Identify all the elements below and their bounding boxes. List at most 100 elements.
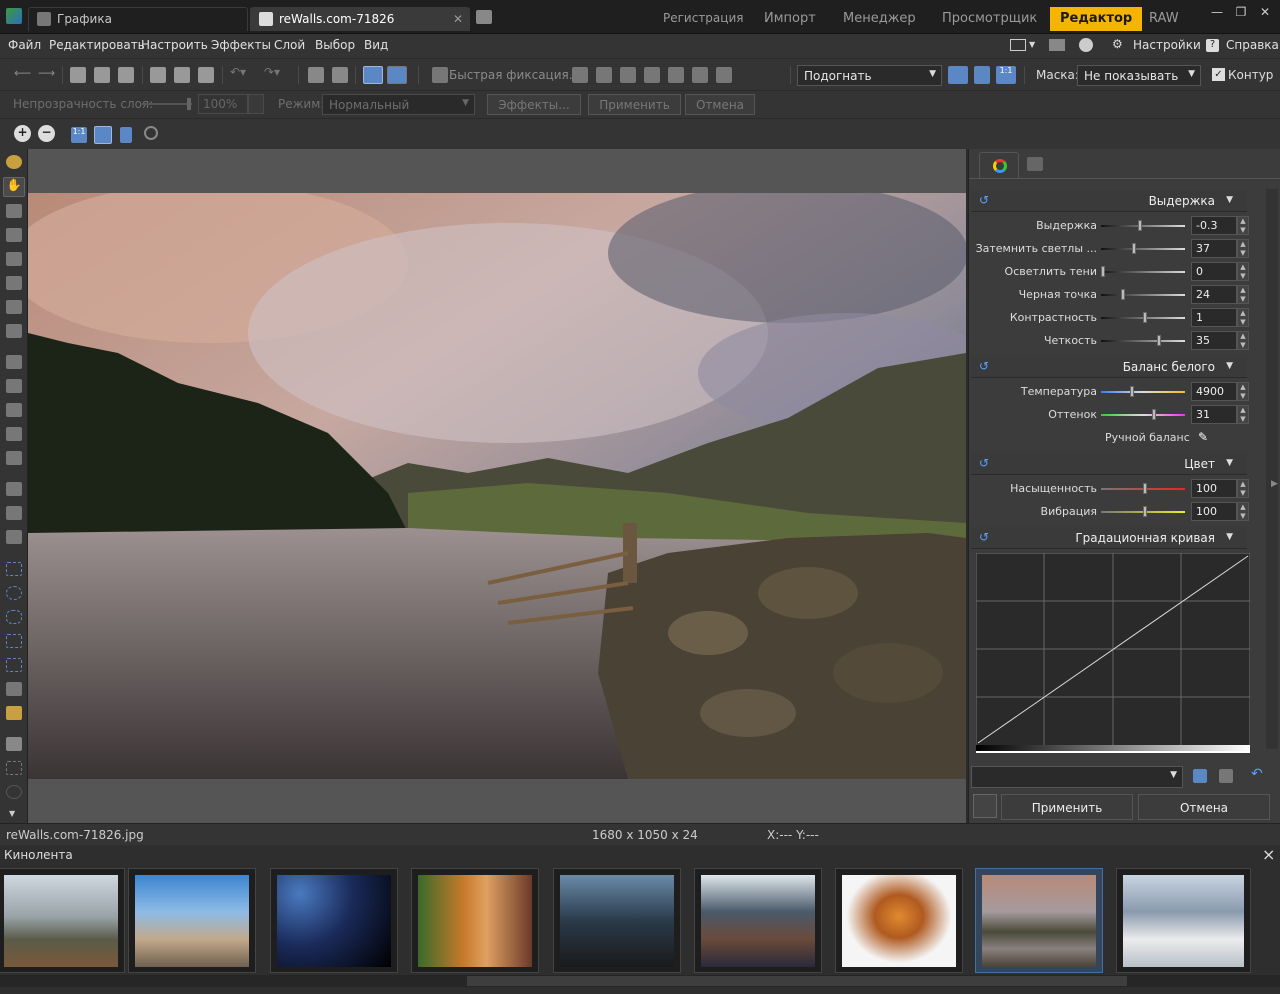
magnifier-icon[interactable]	[144, 126, 158, 140]
slider-track[interactable]	[1101, 225, 1185, 227]
opacity-input[interactable]: 100%	[198, 94, 248, 114]
view-single-icon[interactable]	[363, 66, 383, 84]
repair-tool-icon[interactable]	[6, 403, 22, 417]
slider-value[interactable]: 100	[1191, 479, 1237, 498]
section-color[interactable]: ↺ Цвет ▼	[971, 453, 1247, 475]
opacity-slider-thumb[interactable]	[187, 98, 191, 110]
actual-size-icon[interactable]: 1:1	[71, 127, 87, 143]
levels-icon[interactable]	[572, 67, 588, 83]
menu-file[interactable]: Файл	[8, 38, 41, 52]
hand-tool-icon[interactable]: ✋	[3, 177, 25, 197]
zoom-fit-select[interactable]: Подогнать ▼	[797, 65, 942, 86]
redo-icon[interactable]: ↷▾	[264, 65, 280, 79]
save-icon[interactable]	[94, 67, 110, 83]
contour-checkbox[interactable]: ✓	[1212, 68, 1225, 81]
slider-thumb[interactable]	[1152, 409, 1156, 420]
crop-tool-icon[interactable]	[6, 204, 22, 218]
quick-fix-icon[interactable]	[432, 67, 448, 83]
zoom-out-icon[interactable]: −	[38, 125, 55, 142]
fill-tool-icon[interactable]	[6, 506, 22, 520]
film-thumb[interactable]	[835, 868, 963, 973]
menu-adjust[interactable]: Настроить	[141, 38, 208, 52]
slider-thumb[interactable]	[1121, 289, 1125, 300]
film-thumb[interactable]	[0, 868, 125, 973]
menu-layer[interactable]: Слой	[274, 38, 305, 52]
tools-more-icon[interactable]: ▼	[9, 809, 15, 818]
quick-fix-label[interactable]: Быстрая фиксация...	[449, 68, 580, 82]
clone-tool-icon[interactable]	[6, 379, 22, 393]
section-curve[interactable]: ↺ Градационная кривая ▼	[971, 527, 1247, 549]
layer-cancel-button[interactable]: Отмена	[685, 94, 755, 115]
slider-value[interactable]: 31	[1191, 405, 1237, 424]
filmstrip-scroll-thumb[interactable]	[467, 976, 1127, 986]
red-eye-icon[interactable]	[644, 67, 660, 83]
effects-button[interactable]: Эффекты...	[487, 94, 581, 115]
view-split-icon[interactable]	[387, 66, 407, 84]
heal-tool-icon[interactable]	[6, 451, 22, 465]
zoom-tool-icon[interactable]	[6, 155, 22, 169]
ellipse-select-icon[interactable]	[6, 586, 22, 600]
opacity-spin[interactable]	[248, 94, 264, 114]
menu-effects[interactable]: Эффекты	[211, 38, 271, 52]
slider-value[interactable]: 37	[1191, 239, 1237, 258]
slider-value[interactable]: -0.3	[1191, 216, 1237, 235]
screen-icon[interactable]	[1010, 39, 1026, 51]
slider-thumb[interactable]	[1138, 220, 1142, 231]
magic-tool-icon[interactable]	[6, 427, 22, 441]
minimize-button[interactable]: —	[1206, 5, 1228, 19]
tint-track[interactable]	[1101, 414, 1185, 416]
rotate-left-icon[interactable]	[308, 67, 324, 83]
slider-value[interactable]: 0	[1191, 262, 1237, 281]
frame-icon[interactable]	[6, 761, 22, 775]
reset-icon[interactable]: ↺	[979, 456, 989, 470]
spin-button[interactable]: ▲ ▼	[1237, 479, 1249, 498]
help-icon[interactable]: ?	[1206, 39, 1219, 52]
tab-document[interactable]: reWalls.com-71826 ✕	[250, 7, 470, 31]
spin-button[interactable]: ▲ ▼	[1237, 262, 1249, 281]
image-canvas[interactable]	[28, 149, 966, 823]
mask-select[interactable]: Не показывать ▼	[1077, 65, 1201, 86]
reset-icon[interactable]: ↺	[979, 193, 989, 207]
zoom-in-icon[interactable]: +	[14, 125, 31, 142]
film-thumb-selected[interactable]	[975, 868, 1103, 973]
poly-select-icon[interactable]	[6, 634, 22, 648]
actual-size-icon[interactable]: 1:1	[996, 66, 1016, 84]
section-exposure[interactable]: ↺ Выдержка ▼	[971, 190, 1247, 212]
slider-value[interactable]: 100	[1191, 502, 1237, 521]
app-logo-icon[interactable]	[6, 8, 22, 24]
mode-editor[interactable]: Редактор	[1050, 7, 1143, 31]
mode-manager[interactable]: Менеджер	[843, 7, 916, 31]
spin-button[interactable]: ▲ ▼	[1237, 216, 1249, 235]
slider-value[interactable]: 1	[1191, 308, 1237, 327]
user-icon[interactable]	[1079, 38, 1093, 52]
copy-icon[interactable]	[150, 67, 166, 83]
slider-track[interactable]	[1101, 294, 1185, 296]
manual-balance-label[interactable]: Ручной баланс	[1105, 431, 1190, 444]
fit-height-icon[interactable]	[974, 66, 990, 84]
fit-window-icon[interactable]	[948, 66, 968, 84]
lasso-select-icon[interactable]	[6, 610, 22, 624]
eyedropper-icon[interactable]: ✎	[1198, 430, 1208, 444]
layer-apply-button[interactable]: Применить	[588, 94, 681, 115]
spin-button[interactable]: ▲ ▼	[1237, 405, 1249, 424]
resize-icon[interactable]	[716, 67, 732, 83]
slider-thumb[interactable]	[1143, 312, 1147, 323]
settings-menu[interactable]: Настройки	[1133, 38, 1201, 52]
select-brush-icon[interactable]	[6, 706, 22, 720]
tab-close-icon[interactable]: ✕	[453, 12, 463, 26]
slider-thumb[interactable]	[1143, 483, 1147, 494]
undo-icon[interactable]: ↶▾	[230, 65, 246, 79]
slider-track[interactable]	[1101, 248, 1185, 250]
gear-icon[interactable]: ⚙	[1112, 37, 1123, 51]
opacity-slider[interactable]	[142, 103, 192, 105]
eraser-tool-icon[interactable]	[6, 530, 22, 544]
brush-icon[interactable]	[620, 67, 636, 83]
slider-track[interactable]	[1101, 271, 1185, 273]
slider-thumb[interactable]	[1101, 266, 1105, 277]
panel-cancel-button[interactable]: Отмена	[1138, 794, 1270, 820]
film-thumb[interactable]	[553, 868, 681, 973]
sharpen-icon[interactable]	[668, 67, 684, 83]
back-arrow-icon[interactable]: ⟵	[14, 66, 31, 80]
reset-icon[interactable]: ↺	[979, 359, 989, 373]
resize-tool-icon[interactable]	[6, 276, 22, 290]
